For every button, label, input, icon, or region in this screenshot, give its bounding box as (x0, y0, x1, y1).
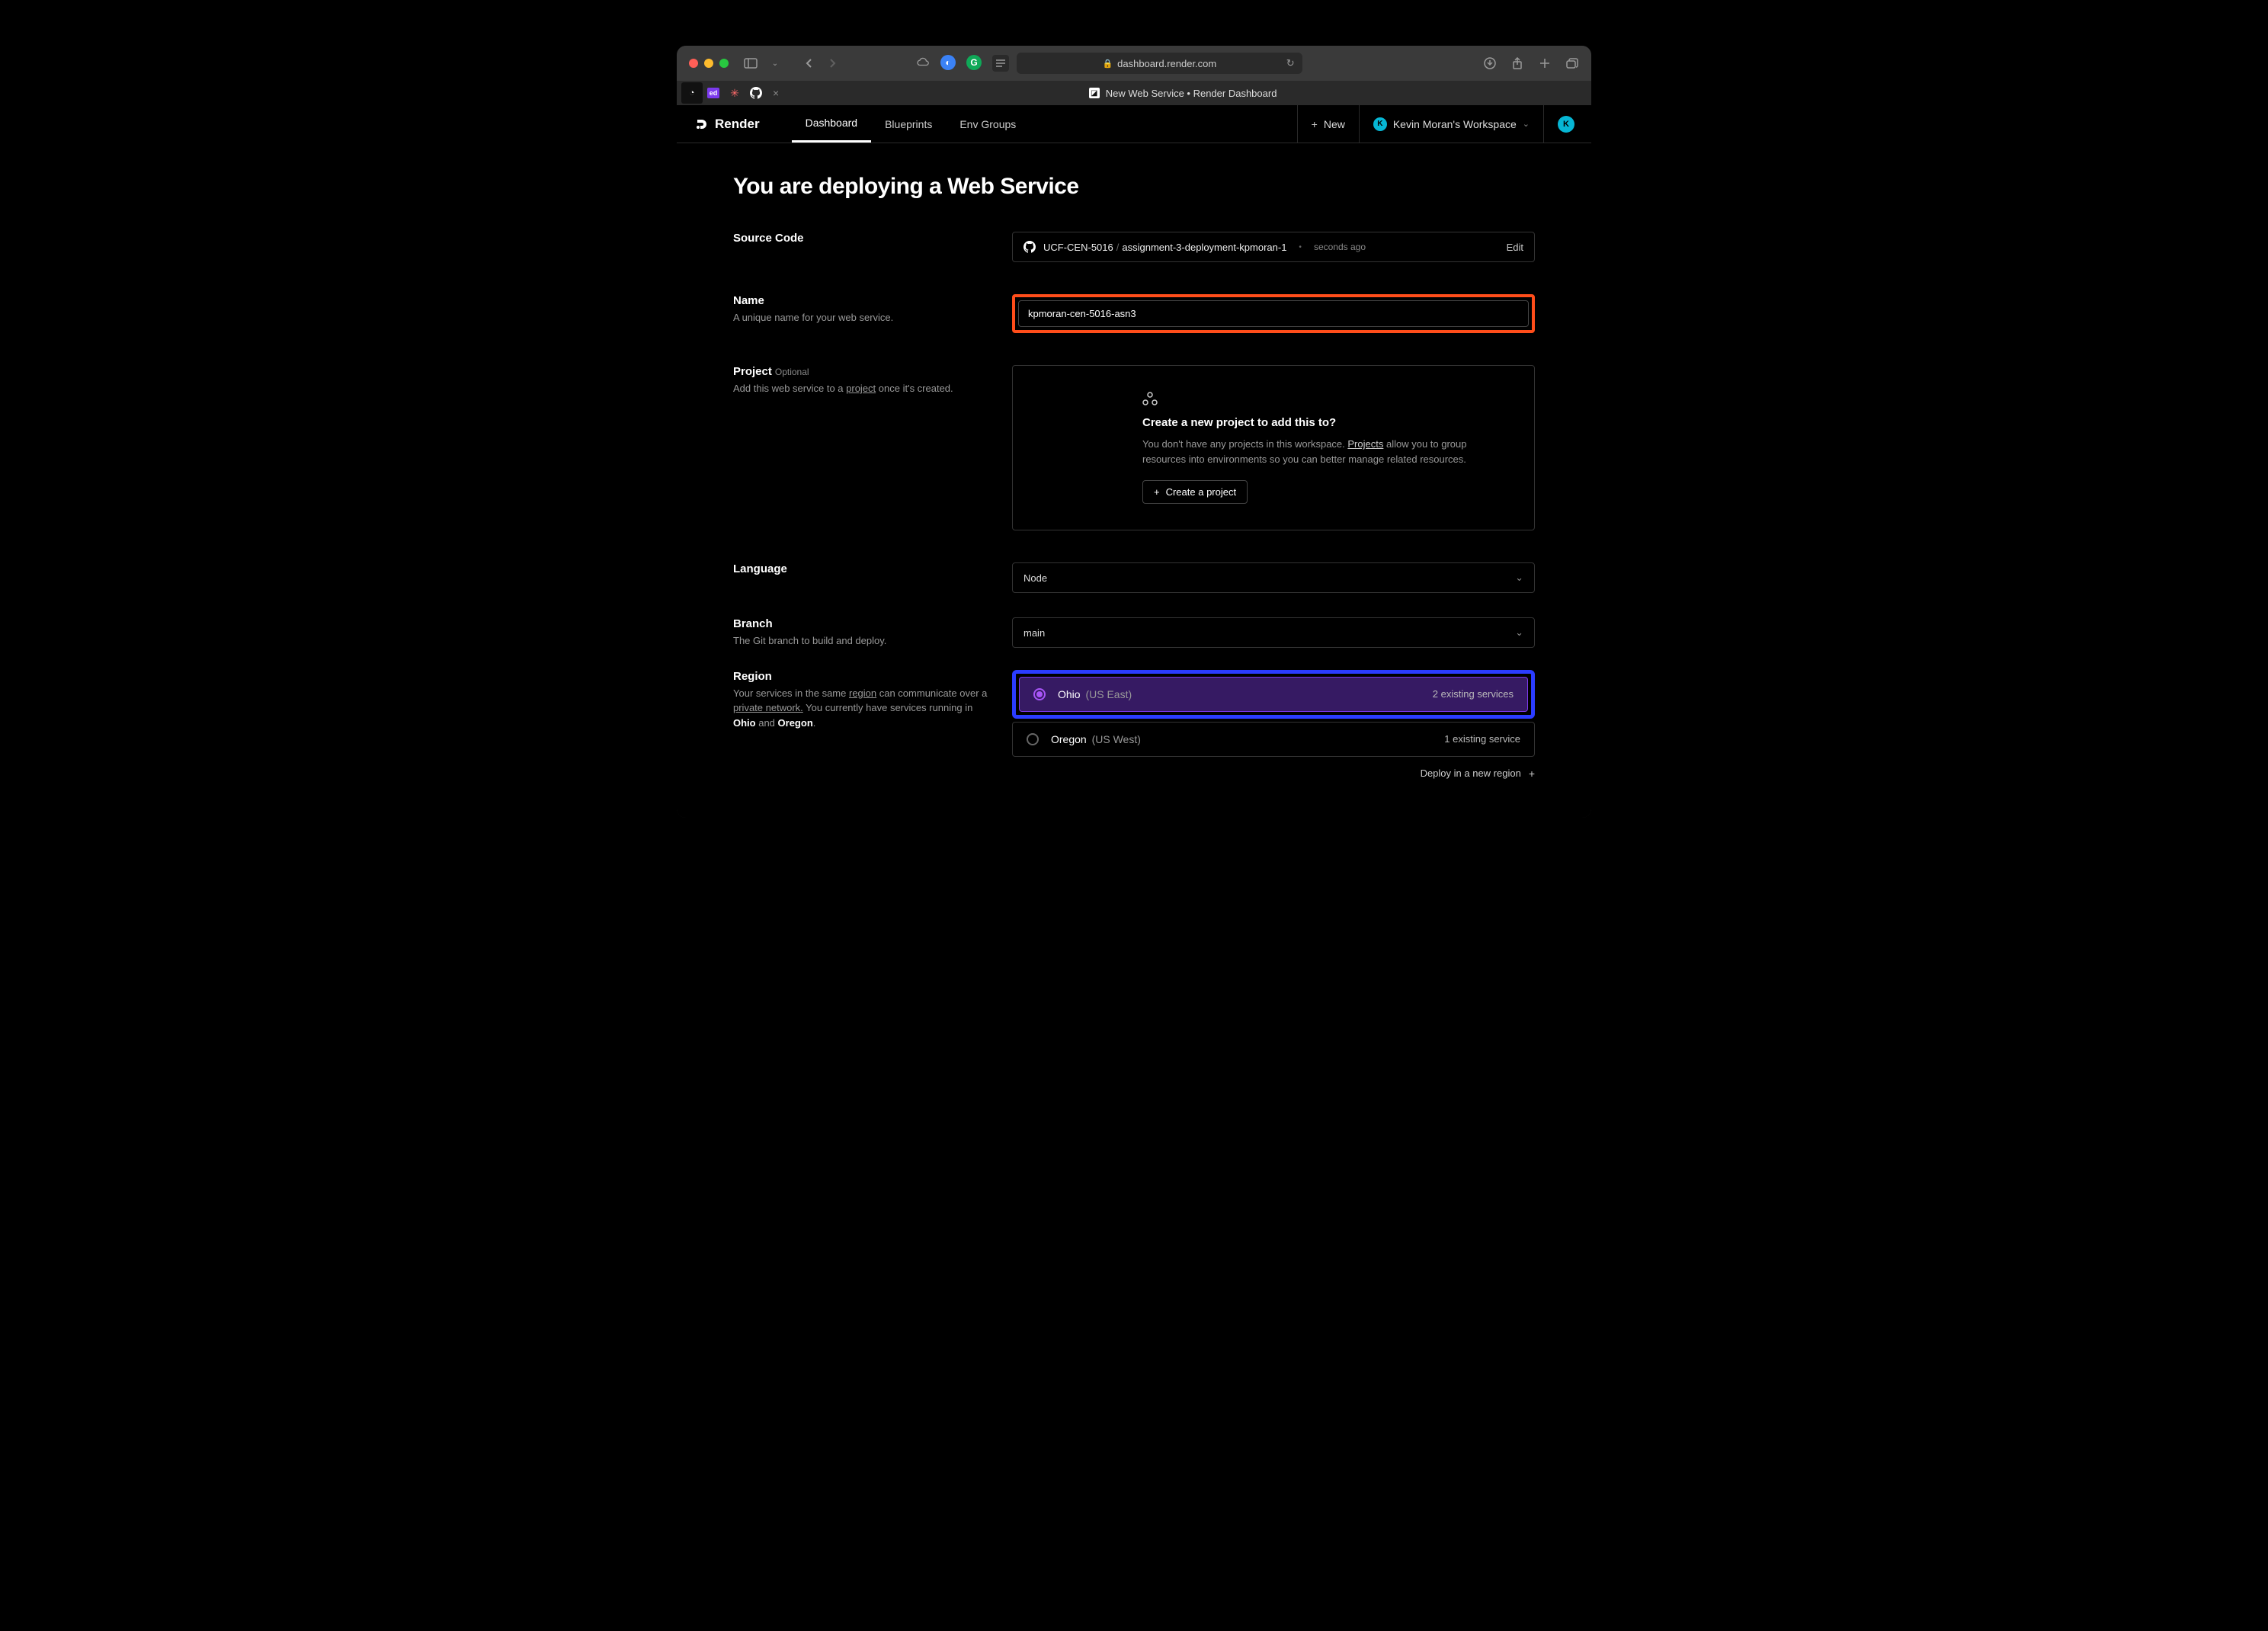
pinned-tab-2[interactable]: ed (703, 82, 724, 104)
name-row: Name A unique name for your web service. (733, 294, 1535, 333)
branch-row: Branch The Git branch to build and deplo… (733, 617, 1535, 649)
pinned-tab-4[interactable] (745, 82, 767, 104)
avatar-icon: K (1558, 116, 1574, 133)
maximize-window-icon[interactable] (719, 59, 729, 68)
tab-close-icon[interactable]: × (773, 87, 779, 99)
chevron-down-icon: ⌄ (1515, 626, 1523, 639)
tab-title-text: New Web Service • Render Dashboard (1106, 88, 1277, 99)
radio-icon (1027, 733, 1039, 745)
create-project-button[interactable]: + Create a project (1142, 480, 1248, 504)
lock-icon: 🔒 (1102, 59, 1113, 69)
language-value: Node (1023, 572, 1047, 584)
source-row: Source Code UCF-CEN-5016/assignment-3-de… (733, 232, 1535, 262)
back-icon[interactable] (802, 56, 815, 70)
language-select[interactable]: Node ⌄ (1012, 562, 1535, 593)
page-content: Render Dashboard Blueprints Env Groups +… (677, 105, 1591, 818)
page-title: You are deploying a Web Service (733, 174, 1535, 200)
name-sublabel: A unique name for your web service. (733, 310, 989, 325)
source-path: UCF-CEN-5016/assignment-3-deployment-kpm… (1043, 242, 1286, 253)
pinned-tab-1[interactable]: ◔ (681, 82, 703, 104)
language-label: Language (733, 562, 989, 575)
plus-icon: + (1154, 486, 1160, 498)
brand-text: Render (715, 117, 760, 132)
workspace-name: Kevin Moran's Workspace (1393, 118, 1517, 130)
chevron-down-icon: ⌄ (1523, 119, 1530, 129)
region-link[interactable]: region (849, 687, 876, 699)
close-window-icon[interactable] (689, 59, 698, 68)
reader-icon[interactable] (992, 55, 1009, 72)
nav-item-blueprints[interactable]: Blueprints (871, 105, 946, 143)
downloads-icon[interactable] (1483, 56, 1497, 70)
nav-item-dashboard[interactable]: Dashboard (792, 105, 872, 143)
name-label: Name (733, 294, 989, 307)
chevron-down-icon: ⌄ (1515, 572, 1523, 584)
region-count: 2 existing services (1433, 688, 1514, 700)
edit-source-link[interactable]: Edit (1507, 242, 1523, 253)
branch-label: Branch (733, 617, 989, 630)
branch-select[interactable]: main ⌄ (1012, 617, 1535, 648)
project-link[interactable]: project (846, 383, 876, 394)
project-placeholder-icon (1142, 392, 1510, 405)
workspace-badge-icon: K (1373, 117, 1387, 131)
active-tab[interactable]: ◪ New Web Service • Render Dashboard (779, 88, 1587, 99)
minimize-window-icon[interactable] (704, 59, 713, 68)
nav-items: Dashboard Blueprints Env Groups (792, 105, 1030, 143)
github-icon (1023, 241, 1036, 253)
deploy-new-region-link[interactable]: Deploy in a new region + (1012, 767, 1535, 780)
forward-icon[interactable] (826, 56, 840, 70)
projects-link[interactable]: Projects (1347, 438, 1383, 450)
project-sublabel: Add this web service to a project once i… (733, 381, 989, 396)
url-text: dashboard.render.com (1117, 58, 1216, 69)
project-box-title: Create a new project to add this to? (1142, 416, 1510, 429)
region-sublabel: Your services in the same region can com… (733, 686, 989, 731)
extension-icon-grammarly[interactable]: G (966, 55, 982, 70)
region-row: Region Your services in the same region … (733, 670, 1535, 780)
browser-titlebar: ⌄ ◐ G 🔒 dashboard.render.com ↻ (677, 46, 1591, 81)
new-button[interactable]: + New (1297, 105, 1359, 143)
render-logo-icon (695, 117, 709, 131)
new-tab-icon[interactable] (1538, 56, 1552, 70)
tab-strip: ◔ ed ✳ × ◪ New Web Service • Render Dash… (677, 81, 1591, 105)
branch-sublabel: The Git branch to build and deploy. (733, 633, 989, 649)
cloud-icon[interactable] (916, 55, 930, 69)
window-controls (689, 59, 729, 68)
top-nav: Render Dashboard Blueprints Env Groups +… (677, 105, 1591, 143)
name-input[interactable] (1018, 300, 1529, 327)
sidebar-toggle-icon[interactable] (744, 56, 758, 70)
source-label: Source Code (733, 232, 989, 245)
brand[interactable]: Render (686, 105, 769, 143)
region-highlight: Ohio (US East) 2 existing services (1012, 670, 1535, 719)
name-highlight (1012, 294, 1535, 333)
plus-icon: + (1529, 767, 1535, 780)
source-box: UCF-CEN-5016/assignment-3-deployment-kpm… (1012, 232, 1535, 262)
project-box-desc: You don't have any projects in this work… (1142, 437, 1510, 466)
source-time: seconds ago (1314, 242, 1366, 252)
project-row: ProjectOptional Add this web service to … (733, 365, 1535, 530)
plus-icon: + (1312, 118, 1318, 130)
region-option-oregon[interactable]: Oregon (US West) 1 existing service (1012, 722, 1535, 757)
tabs-icon[interactable] (1565, 56, 1579, 70)
radio-icon (1033, 688, 1046, 700)
browser-window: ⌄ ◐ G 🔒 dashboard.render.com ↻ (677, 46, 1591, 818)
workspace-selector[interactable]: K Kevin Moran's Workspace ⌄ (1359, 105, 1543, 143)
project-label: ProjectOptional (733, 365, 989, 378)
region-count: 1 existing service (1444, 733, 1520, 745)
render-favicon: ◪ (1089, 88, 1100, 98)
branch-value: main (1023, 627, 1045, 639)
form-page: You are deploying a Web Service Source C… (677, 143, 1591, 818)
refresh-icon[interactable]: ↻ (1286, 57, 1295, 69)
address-bar[interactable]: 🔒 dashboard.render.com ↻ (1017, 53, 1302, 74)
extension-icon-1[interactable]: ◐ (940, 55, 956, 70)
share-icon[interactable] (1510, 56, 1524, 70)
private-network-link[interactable]: private network. (733, 702, 803, 713)
region-label: Region (733, 670, 989, 683)
pinned-tab-3[interactable]: ✳ (724, 82, 745, 104)
chevron-down-icon[interactable]: ⌄ (768, 56, 782, 70)
user-avatar[interactable]: K (1543, 105, 1579, 143)
nav-item-env-groups[interactable]: Env Groups (946, 105, 1030, 143)
project-box: Create a new project to add this to? You… (1012, 365, 1535, 530)
language-row: Language Node ⌄ (733, 562, 1535, 593)
region-option-ohio[interactable]: Ohio (US East) 2 existing services (1019, 677, 1528, 712)
